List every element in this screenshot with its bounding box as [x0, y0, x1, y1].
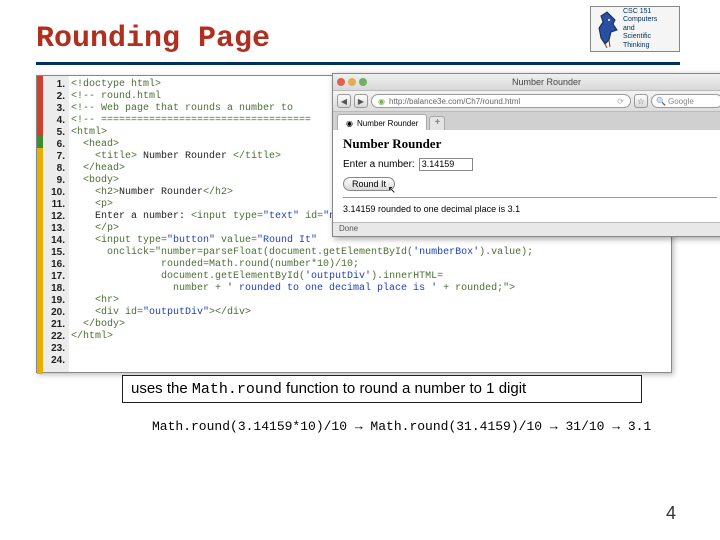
output-text: 3.14159 rounded to one decimal place is … [343, 204, 717, 214]
new-tab-button[interactable]: + [429, 116, 445, 130]
window-title: Number Rounder [370, 77, 720, 87]
line-number: 14. [43, 235, 69, 247]
line-number: 7. [43, 151, 69, 163]
line-number: 12. [43, 211, 69, 223]
line-gutter: 1.2.3.4.5.6.7.8.9.10.11.12.13.14.15.16.1… [43, 76, 69, 372]
title-rule [36, 62, 680, 65]
tab-label: Number Rounder [357, 119, 418, 128]
browser-window: Number Rounder ◀ ▶ ◉ http://balance3e.co… [332, 73, 720, 237]
code-line: </html> [71, 331, 533, 343]
slide-title: Rounding Page [36, 22, 680, 56]
search-engine-icon: 🔍 [656, 97, 666, 106]
logo-line4: Scientific [623, 33, 657, 41]
logo-line1: CSC 151 [623, 8, 657, 16]
number-input[interactable]: 3.14159 [419, 158, 473, 171]
logo-line2: Computers [623, 16, 657, 24]
code-line: <hr> [71, 295, 533, 307]
line-number: 1. [43, 79, 69, 91]
status-text: Done [339, 224, 358, 233]
line-number: 13. [43, 223, 69, 235]
globe-icon: ◉ [378, 97, 385, 106]
search-placeholder: Google [668, 97, 694, 106]
line-number: 6. [43, 139, 69, 151]
reload-icon[interactable]: ⟳ [617, 97, 624, 106]
line-number: 17. [43, 271, 69, 283]
forward-button[interactable]: ▶ [354, 94, 368, 108]
line-number: 20. [43, 307, 69, 319]
line-number: 22. [43, 331, 69, 343]
code-line: document.getElementById('outputDiv').inn… [71, 271, 533, 283]
caption-post: function to round a number to 1 digit [282, 380, 526, 397]
line-number: 23. [43, 343, 69, 355]
caption-code: Math.round [192, 381, 282, 398]
line-number: 4. [43, 115, 69, 127]
code-line: <div id="outputDiv"></div> [71, 307, 533, 319]
line-number: 8. [43, 163, 69, 175]
page-rule [343, 197, 717, 198]
code-line: rounded=Math.round(number*10)/10; [71, 259, 533, 271]
caption-box: uses the Math.round function to round a … [122, 375, 642, 403]
course-logo: CSC 151 Computers and Scientific Thinkin… [590, 6, 680, 52]
code-line: </body> [71, 319, 533, 331]
caption-pre: uses the [131, 380, 192, 397]
tab-favicon-icon: ◉ [346, 119, 353, 128]
line-number: 10. [43, 187, 69, 199]
search-box[interactable]: 🔍 Google [651, 94, 720, 108]
back-button[interactable]: ◀ [337, 94, 351, 108]
line-number: 2. [43, 91, 69, 103]
line-number: 18. [43, 283, 69, 295]
line-number: 19. [43, 295, 69, 307]
cursor-icon: ↖ [388, 185, 396, 196]
line-number: 16. [43, 259, 69, 271]
status-bar: Done [333, 222, 720, 236]
page-heading: Number Rounder [343, 136, 717, 152]
evaluation-chain: Math.round(3.14159*10)/10 → Math.round(3… [152, 419, 651, 434]
address-bar[interactable]: ◉ http://balance3e.com/Ch7/round.html ⟳ [371, 94, 631, 108]
line-number: 9. [43, 175, 69, 187]
address-text: http://balance3e.com/Ch7/round.html [389, 97, 520, 106]
browser-toolbar: ◀ ▶ ◉ http://balance3e.com/Ch7/round.htm… [333, 90, 720, 112]
line-number: 24. [43, 355, 69, 367]
page-number: 4 [666, 503, 676, 524]
code-line: number + ' rounded to one decimal place … [71, 283, 533, 295]
line-number: 15. [43, 247, 69, 259]
prompt-label: Enter a number: [343, 159, 415, 170]
logo-line5: Thinking [623, 42, 657, 50]
line-number: 5. [43, 127, 69, 139]
browser-titlebar: Number Rounder [333, 74, 720, 90]
zoom-icon[interactable] [359, 78, 367, 86]
minimize-icon[interactable] [348, 78, 356, 86]
round-it-button[interactable]: Round It ↖ [343, 177, 395, 191]
tab-bar: ◉ Number Rounder + [333, 112, 720, 130]
round-it-label: Round It [352, 179, 386, 189]
bluejay-icon [593, 10, 621, 48]
code-line: onclick="number=parseFloat(document.getE… [71, 247, 533, 259]
bookmark-button[interactable]: ☆ [634, 94, 648, 108]
tab-number-rounder[interactable]: ◉ Number Rounder [337, 114, 427, 130]
line-number: 3. [43, 103, 69, 115]
line-number: 11. [43, 199, 69, 211]
close-icon[interactable] [337, 78, 345, 86]
logo-line3: and [623, 25, 657, 33]
rendered-page: Number Rounder Enter a number: 3.14159 R… [333, 130, 720, 222]
line-number: 21. [43, 319, 69, 331]
